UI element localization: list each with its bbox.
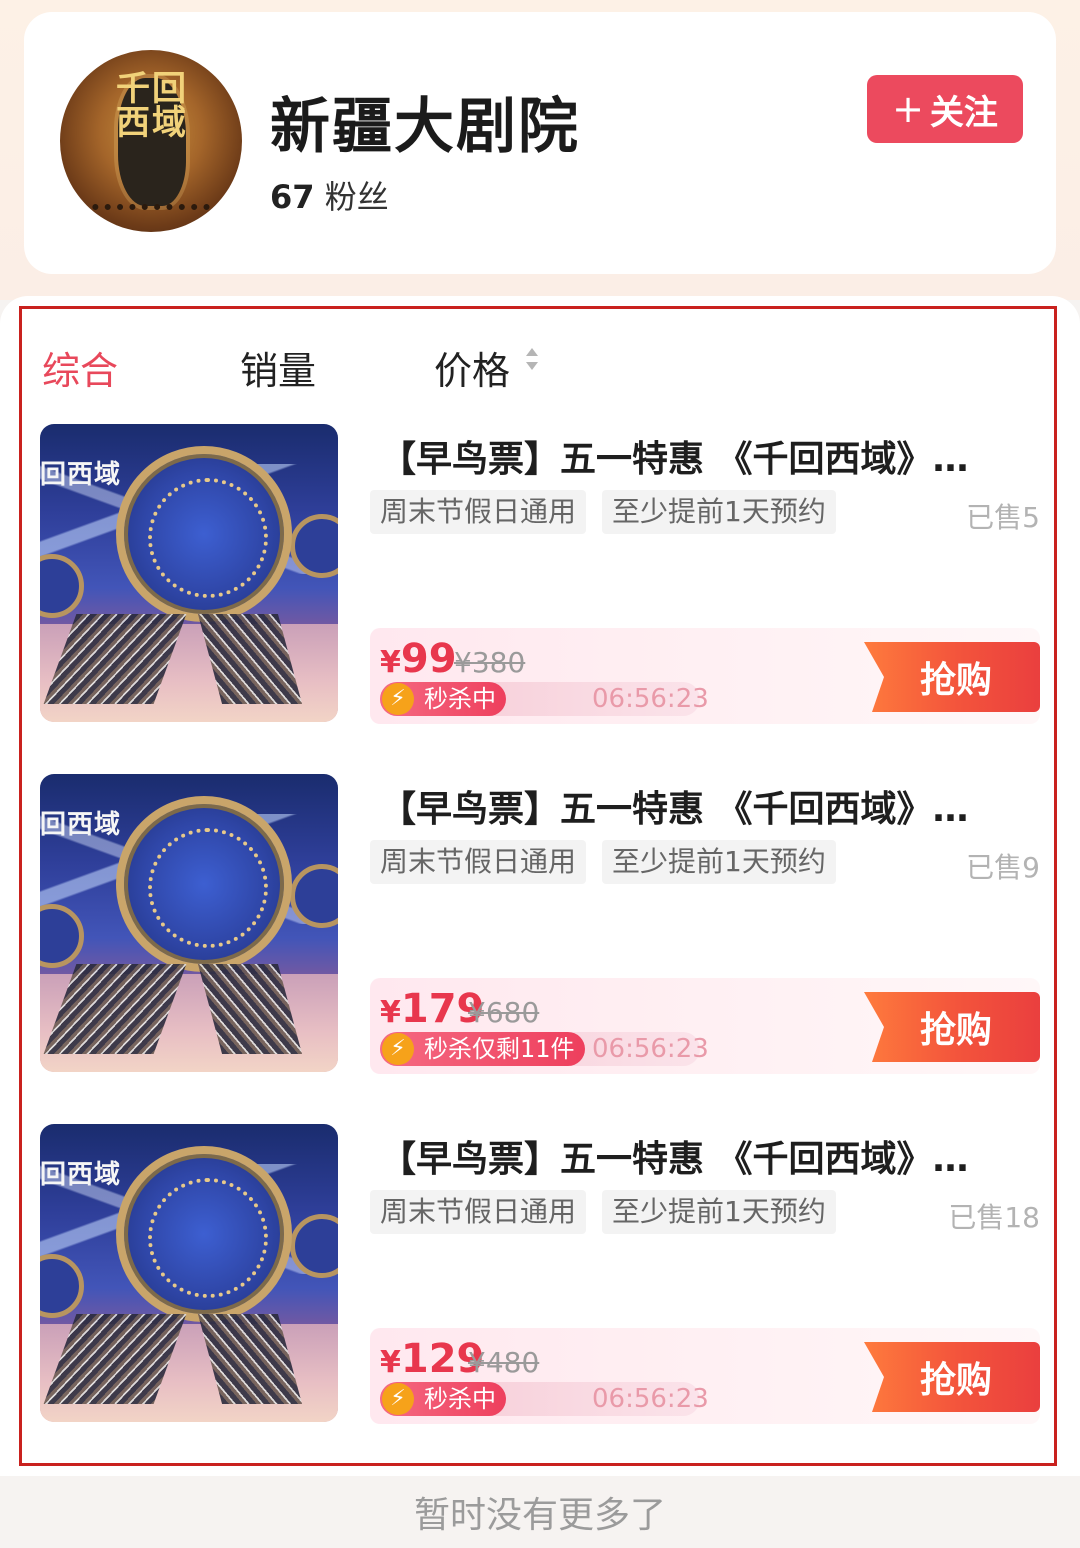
sort-arrows-icon[interactable] <box>526 348 538 374</box>
shop-name: 新疆大剧院 <box>270 92 580 162</box>
product-title[interactable]: 【早鸟票】五一特惠 《千回西域》… <box>380 1130 1040 1180</box>
original-price: ¥480 <box>468 1346 540 1379</box>
avatar-logo-text: 千回西域 <box>116 69 188 143</box>
product-thumbnail[interactable]: 回西域 <box>40 1124 338 1422</box>
product-card[interactable]: 回西域 【早鸟票】五一特惠 《千回西域》… 周末节假日通用 至少提前1天预约 已… <box>40 1124 1040 1424</box>
product-thumbnail[interactable]: 回西域 <box>40 424 338 722</box>
product-tag: 至少提前1天预约 <box>602 490 836 534</box>
product-title[interactable]: 【早鸟票】五一特惠 《千回西域》… <box>380 430 1040 480</box>
countdown-timer: 06:56:23 <box>592 684 709 714</box>
plus-icon: + <box>892 87 924 131</box>
product-tag: 周末节假日通用 <box>370 840 587 884</box>
avatar-caravan-graphic <box>80 200 222 210</box>
thumbnail-logo-text: 回西域 <box>40 1160 122 1190</box>
flash-sale-badge: ⚡ 秒杀中 <box>380 1382 506 1416</box>
flash-sale-badge: ⚡ 秒杀仅剩11件 <box>380 1032 585 1066</box>
product-tag: 周末节假日通用 <box>370 1190 587 1234</box>
follow-label: 关注 <box>929 92 998 133</box>
shop-avatar[interactable]: 千回西域 <box>60 50 242 232</box>
stage-wheel-graphic <box>116 796 292 972</box>
thumbnail-logo-text: 回西域 <box>40 460 122 490</box>
flash-sale-strip: ⚡ 秒杀中 06:56:23 <box>380 1382 709 1416</box>
product-tag: 至少提前1天预约 <box>602 840 836 884</box>
tab-comprehensive[interactable]: 综合 <box>42 340 118 395</box>
buy-button[interactable]: 抢购 <box>858 1342 1040 1412</box>
fans-label: 粉丝 <box>324 178 389 216</box>
stage-wheel-graphic <box>116 1146 292 1322</box>
product-title[interactable]: 【早鸟票】五一特惠 《千回西域》… <box>380 780 1040 830</box>
sale-price: ¥99 <box>380 636 457 682</box>
flash-sale-badge: ⚡ 秒杀中 <box>380 682 506 716</box>
flash-sale-strip: ⚡ 秒杀仅剩11件 06:56:23 <box>380 1032 709 1066</box>
original-price: ¥680 <box>468 996 540 1029</box>
stage-wheel-graphic <box>116 446 292 622</box>
shop-header-card: 千回西域 新疆大剧院 67 粉丝 + 关注 <box>24 12 1056 274</box>
lightning-icon: ⚡ <box>382 683 414 715</box>
fans-number: 67 <box>270 178 315 216</box>
countdown-timer: 06:56:23 <box>592 1034 709 1064</box>
lightning-icon: ⚡ <box>382 1033 414 1065</box>
sold-count: 已售18 <box>948 1201 1040 1234</box>
tab-sales[interactable]: 销量 <box>240 340 316 395</box>
fans-count: 67 粉丝 <box>270 172 389 218</box>
lightning-icon: ⚡ <box>382 1383 414 1415</box>
product-card[interactable]: 回西域 【早鸟票】五一特惠 《千回西域》… 周末节假日通用 至少提前1天预约 已… <box>40 424 1040 724</box>
original-price: ¥380 <box>454 646 526 679</box>
product-tag: 至少提前1天预约 <box>602 1190 836 1234</box>
follow-button[interactable]: + 关注 <box>867 75 1023 143</box>
product-thumbnail[interactable]: 回西域 <box>40 774 338 1072</box>
countdown-timer: 06:56:23 <box>592 1384 709 1414</box>
thumbnail-logo-text: 回西域 <box>40 810 122 840</box>
flash-sale-strip: ⚡ 秒杀中 06:56:23 <box>380 682 709 716</box>
buy-button[interactable]: 抢购 <box>858 642 1040 712</box>
sold-count: 已售5 <box>966 501 1040 534</box>
buy-button[interactable]: 抢购 <box>858 992 1040 1062</box>
product-card[interactable]: 回西域 【早鸟票】五一特惠 《千回西域》… 周末节假日通用 至少提前1天预约 已… <box>40 774 1040 1074</box>
no-more-footer: 暂时没有更多了 <box>413 1495 666 1536</box>
sold-count: 已售9 <box>966 851 1040 884</box>
tab-price[interactable]: 价格 <box>434 340 510 395</box>
product-tag: 周末节假日通用 <box>370 490 587 534</box>
